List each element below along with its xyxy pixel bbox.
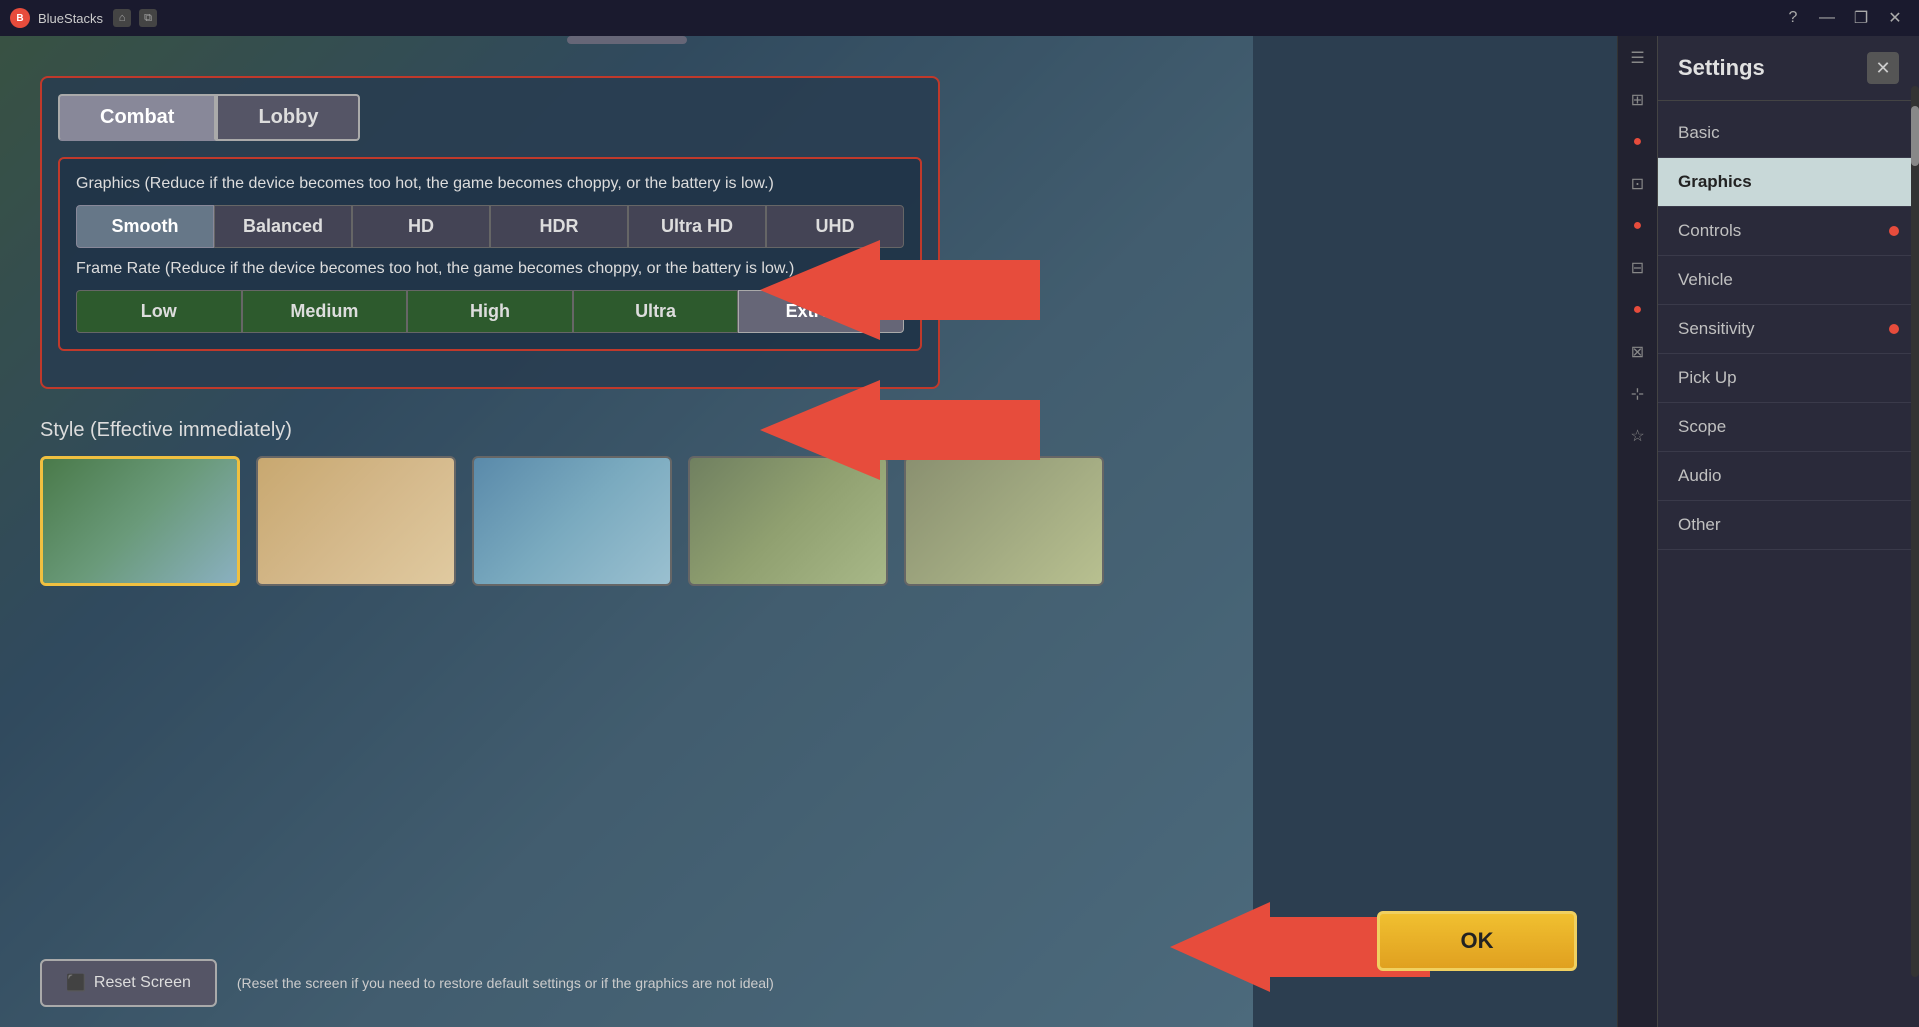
settings-menu: Basic Graphics Controls Vehicle Sensitiv… [1658,101,1919,1027]
style-thumb-3[interactable] [472,456,672,586]
settings-panel: Settings ✕ Basic Graphics Controls Vehic… [1657,36,1919,1027]
settings-item-vehicle-label: Vehicle [1678,270,1733,290]
reset-screen-button[interactable]: ⬛ Reset Screen [40,959,217,1007]
style-thumb-1[interactable] [40,456,240,586]
graphics-ultrahd-btn[interactable]: Ultra HD [628,205,766,248]
settings-item-pickup[interactable]: Pick Up [1658,354,1919,403]
style-thumb-2-preview [258,458,454,584]
multi-window-icon[interactable]: ⧉ [139,9,157,27]
app-name: BlueStacks [38,11,103,26]
reset-note: (Reset the screen if you need to restore… [237,975,913,991]
restore-button[interactable]: ❐ [1847,4,1875,32]
reset-screen-label: Reset Screen [94,974,191,992]
settings-item-basic-label: Basic [1678,123,1720,143]
graphics-hd-btn[interactable]: HD [352,205,490,248]
title-bar: B BlueStacks ⌂ ⧉ ? — ❐ ✕ [0,0,1919,36]
graphics-quality-options: Smooth Balanced HD HDR Ultra HD UHD [76,205,904,248]
minimize-button[interactable]: — [1813,4,1841,32]
side-icon-9[interactable]: ⊹ [1626,382,1650,406]
settings-item-other[interactable]: Other [1658,501,1919,550]
framerate-extreme-btn[interactable]: Extreme [738,290,904,333]
settings-item-sensitivity[interactable]: Sensitivity [1658,305,1919,354]
settings-item-graphics[interactable]: Graphics [1658,158,1919,207]
graphics-smooth-btn[interactable]: Smooth [76,205,214,248]
graphics-balanced-btn[interactable]: Balanced [214,205,352,248]
side-icon-3[interactable]: ● [1626,130,1650,154]
side-icon-5[interactable]: ● [1626,214,1650,238]
settings-item-pickup-label: Pick Up [1678,368,1737,388]
settings-item-other-label: Other [1678,515,1721,535]
style-label: Style (Effective immediately) [40,419,1140,442]
graphics-quality-label: Graphics (Reduce if the device becomes t… [76,175,904,193]
settings-item-graphics-label: Graphics [1678,172,1752,192]
style-thumb-4[interactable] [688,456,888,586]
ok-button[interactable]: OK [1377,911,1577,971]
style-thumb-3-preview [474,458,670,584]
settings-header: Settings ✕ [1658,36,1919,101]
home-icon[interactable]: ⌂ [113,9,131,27]
framerate-medium-btn[interactable]: Medium [242,290,408,333]
frame-rate-options: Low Medium High Ultra Extreme [76,290,904,333]
framerate-ultra-btn[interactable]: Ultra [573,290,739,333]
side-icon-6[interactable]: ⊟ [1626,256,1650,280]
settings-close-button[interactable]: ✕ [1867,52,1899,84]
tab-lobby[interactable]: Lobby [216,94,360,141]
settings-scrollbar[interactable] [1911,86,1919,977]
frame-rate-label: Frame Rate (Reduce if the device becomes… [76,260,904,278]
side-icon-8[interactable]: ⊠ [1626,340,1650,364]
side-icon-10[interactable]: ☆ [1626,424,1650,448]
tabs-graphics-container: Combat Lobby Graphics (Reduce if the dev… [40,76,940,389]
style-thumb-5-preview [906,458,1102,584]
help-button[interactable]: ? [1779,4,1807,32]
graphics-uhd-btn[interactable]: UHD [766,205,904,248]
settings-item-vehicle[interactable]: Vehicle [1658,256,1919,305]
side-icon-1[interactable]: ☰ [1626,46,1650,70]
side-icon-2[interactable]: ⊞ [1626,88,1650,112]
window-close-button[interactable]: ✕ [1881,4,1909,32]
style-thumb-1-preview [43,459,237,583]
settings-item-scope[interactable]: Scope [1658,403,1919,452]
controls-notification-dot [1889,226,1899,236]
reset-icon: ⬛ [66,973,86,993]
settings-item-controls-label: Controls [1678,221,1741,241]
style-section: Style (Effective immediately) [40,419,1140,586]
graphics-quality-section: Graphics (Reduce if the device becomes t… [58,157,922,351]
tab-combat[interactable]: Combat [58,94,216,141]
app-logo: B [10,8,30,28]
framerate-low-btn[interactable]: Low [76,290,242,333]
side-icons-bar: ☰ ⊞ ● ⊡ ● ⊟ ● ⊠ ⊹ ☆ [1617,36,1657,1027]
main-content: Combat Lobby Graphics (Reduce if the dev… [0,36,1253,1027]
style-thumb-4-preview [690,458,886,584]
sensitivity-notification-dot [1889,324,1899,334]
side-icon-4[interactable]: ⊡ [1626,172,1650,196]
settings-item-audio-label: Audio [1678,466,1721,486]
settings-item-sensitivity-label: Sensitivity [1678,319,1755,339]
style-thumbnails [40,456,1140,586]
bottom-bar: ⬛ Reset Screen (Reset the screen if you … [40,959,913,1007]
framerate-high-btn[interactable]: High [407,290,573,333]
tab-buttons: Combat Lobby [58,94,922,141]
side-icon-7[interactable]: ● [1626,298,1650,322]
settings-item-controls[interactable]: Controls [1658,207,1919,256]
settings-scroll-thumb [1911,106,1919,166]
settings-title: Settings [1678,55,1765,81]
graphics-hdr-btn[interactable]: HDR [490,205,628,248]
settings-item-basic[interactable]: Basic [1658,109,1919,158]
settings-item-scope-label: Scope [1678,417,1726,437]
settings-item-audio[interactable]: Audio [1658,452,1919,501]
style-thumb-2[interactable] [256,456,456,586]
style-thumb-5[interactable] [904,456,1104,586]
